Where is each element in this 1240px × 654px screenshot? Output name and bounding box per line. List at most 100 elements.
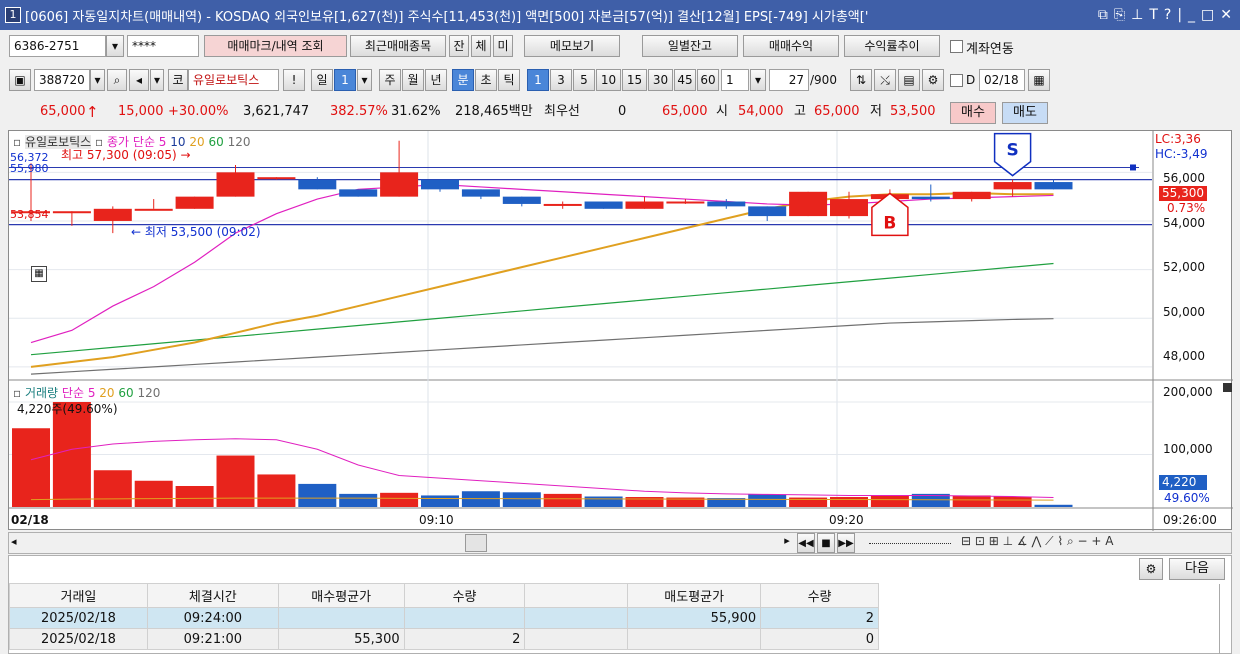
candle-body (339, 189, 378, 197)
zoom-slider[interactable] (869, 543, 951, 544)
help-icon[interactable]: ? (1164, 7, 1171, 23)
open-label: 시 (716, 104, 728, 119)
period-dropdown-icon[interactable]: ▾ (357, 69, 372, 91)
period-week-button[interactable]: 주 (379, 69, 401, 91)
scroll-thumb[interactable] (465, 534, 487, 552)
buy-button[interactable]: 매수 (950, 102, 996, 124)
account-input[interactable]: 6386-2751 (9, 35, 106, 57)
market-badge[interactable]: 코 (168, 69, 188, 91)
memo-button[interactable]: 메모보기 (524, 35, 620, 57)
legend-volume: 거래량 (24, 386, 59, 400)
window-title: [0606] 자동일지차트(매매내역) - KOSDAQ 외국인보유[1,627… (25, 9, 869, 25)
volume-bar (134, 480, 173, 507)
period-day-button[interactable]: 일 (311, 69, 333, 91)
line-tool-icon[interactable]: ⤯ (874, 69, 896, 91)
account-toolbar: 6386-2751 ▾ **** 매매마크/내역 조회 최근매매종목 잔 체 미… (0, 32, 1240, 60)
scroll-left-icon[interactable]: ◂ (11, 535, 17, 548)
settings-gear-icon[interactable]: ⚙ (1139, 558, 1163, 580)
stock-code-input[interactable]: 388720 (34, 69, 90, 91)
period-year-button[interactable]: 년 (425, 69, 447, 91)
volume-bar (421, 495, 459, 507)
daily-balance-button[interactable]: 일별잔고 (642, 35, 738, 57)
candle-body (298, 179, 337, 190)
speaker-icon[interactable]: ◂ (129, 69, 149, 91)
chart-area[interactable]: BS ▫ 유일로보틱스 ▫ 종가 단순 5 10 20 60 120 최고 57… (8, 130, 1233, 531)
volume-bar (584, 496, 623, 507)
account-dropdown-icon[interactable]: ▾ (106, 35, 124, 57)
left-label-mid: 55,980 (10, 162, 49, 175)
rewind-icon[interactable]: ◀◀ (797, 533, 815, 553)
interval-10-button[interactable]: 10 (596, 69, 621, 91)
balance-button[interactable]: 잔 (449, 35, 469, 57)
next-button[interactable]: 다음 (1169, 558, 1225, 580)
pin-icon[interactable]: ⊥ (1131, 7, 1143, 23)
interval-1-button[interactable]: 1 (527, 69, 549, 91)
period-tick-button[interactable]: 틱 (498, 69, 520, 91)
return-trend-button[interactable]: 수익률추이 (844, 35, 940, 57)
drawing-tools[interactable]: ⊟ ⊡ ⊞ ⊥ ∡ ⋀ ⟋ ⌇ ⌕ − + A (961, 534, 1113, 549)
date-input[interactable]: 02/18 (979, 69, 1025, 91)
chart-scroll-bar[interactable]: ◂ ▸ ◀◀ ■ ▶▶ ⊟ ⊡ ⊞ ⊥ ∡ ⋀ ⟋ ⌇ ⌕ − + A (8, 532, 1232, 554)
stop-icon[interactable]: ■ (817, 533, 835, 553)
left-label-low: 53,854 (10, 208, 49, 221)
chart-svg[interactable]: BS (9, 131, 1233, 531)
time-tick-0920: 09:20 (829, 513, 864, 527)
candle-body (707, 201, 746, 207)
period-day-count[interactable]: 1 (334, 69, 356, 91)
filled-button[interactable]: 체 (471, 35, 491, 57)
sell-button[interactable]: 매도 (1002, 102, 1048, 124)
scroll-right-icon[interactable]: ▸ (779, 534, 795, 552)
current-price-tag: 55,300 (1159, 186, 1207, 201)
close-icon[interactable]: ✕ (1220, 7, 1232, 23)
password-input[interactable]: **** (127, 35, 199, 57)
interval-5-button[interactable]: 5 (573, 69, 595, 91)
candle-body (502, 196, 541, 204)
period-month-button[interactable]: 월 (402, 69, 424, 91)
interval-45-button[interactable]: 45 (674, 69, 696, 91)
cell-date: 2025/02/18 (9, 628, 148, 650)
interval-value-input[interactable]: 1 (721, 69, 749, 91)
copy-window-icon[interactable]: ⎘ (1114, 7, 1125, 23)
quote-vol-ratio: 382.57% (330, 104, 388, 119)
count-input[interactable]: 27 (769, 69, 809, 91)
table-row[interactable]: 2025/02/18 09:24:00 55,900 2 (9, 607, 879, 629)
period-minute-button[interactable]: 분 (452, 69, 474, 91)
col-sell-avg: 매도평균가 (627, 583, 762, 608)
save-icon[interactable]: ▤ (898, 69, 920, 91)
interval-15-button[interactable]: 15 (622, 69, 647, 91)
table-scrollbar[interactable] (1219, 584, 1231, 654)
maximize-icon[interactable]: □ (1201, 7, 1214, 23)
interval-dropdown-icon[interactable]: ▾ (750, 69, 766, 91)
date-checkbox[interactable] (950, 74, 963, 87)
table-row[interactable]: 2025/02/18 09:21:00 55,300 2 0 (9, 628, 879, 650)
speaker-dropdown-icon[interactable]: ▾ (150, 69, 164, 91)
restore-icon[interactable]: ⧉ (1098, 7, 1108, 23)
trade-history-table: 거래일 체결시간 매수평균가 수량 매도평균가 수량 2025/02/18 09… (9, 583, 879, 650)
interval-30-button[interactable]: 30 (648, 69, 673, 91)
interval-60-button[interactable]: 60 (697, 69, 719, 91)
trade-mark-query-button[interactable]: 매매마크/내역 조회 (204, 35, 347, 57)
alert-button[interactable]: ! (283, 69, 305, 91)
trade-profit-button[interactable]: 매매수익 (743, 35, 839, 57)
search-icon[interactable]: ⌕ (107, 69, 127, 91)
title-bar: 1 [0606] 자동일지차트(매매내역) - KOSDAQ 외국인보유[1,6… (0, 0, 1240, 30)
volume-bar (298, 483, 337, 507)
unfilled-button[interactable]: 미 (493, 35, 513, 57)
grid-toggle-icon[interactable]: ▦ (31, 266, 47, 282)
hc-label: HC:-3,49 (1155, 147, 1208, 161)
stock-name-field[interactable]: 유일로보틱스 (188, 69, 279, 91)
interval-3-button[interactable]: 3 (550, 69, 572, 91)
calendar-icon[interactable]: ▦ (1028, 69, 1050, 91)
gear-icon[interactable]: ⚙ (922, 69, 944, 91)
panel-toggle-icon[interactable] (1223, 383, 1232, 392)
recent-trades-button[interactable]: 최근매매종목 (350, 35, 446, 57)
chart-menu-icon[interactable]: ▣ (9, 69, 31, 91)
candle-body (216, 172, 255, 197)
period-second-button[interactable]: 초 (475, 69, 497, 91)
account-link-checkbox[interactable] (950, 40, 963, 53)
minimize-icon[interactable]: _ (1188, 7, 1195, 23)
font-icon[interactable]: T (1149, 7, 1158, 23)
code-dropdown-icon[interactable]: ▾ (90, 69, 105, 91)
indicator-icon[interactable]: ⇅ (850, 69, 872, 91)
forward-icon[interactable]: ▶▶ (837, 533, 855, 553)
